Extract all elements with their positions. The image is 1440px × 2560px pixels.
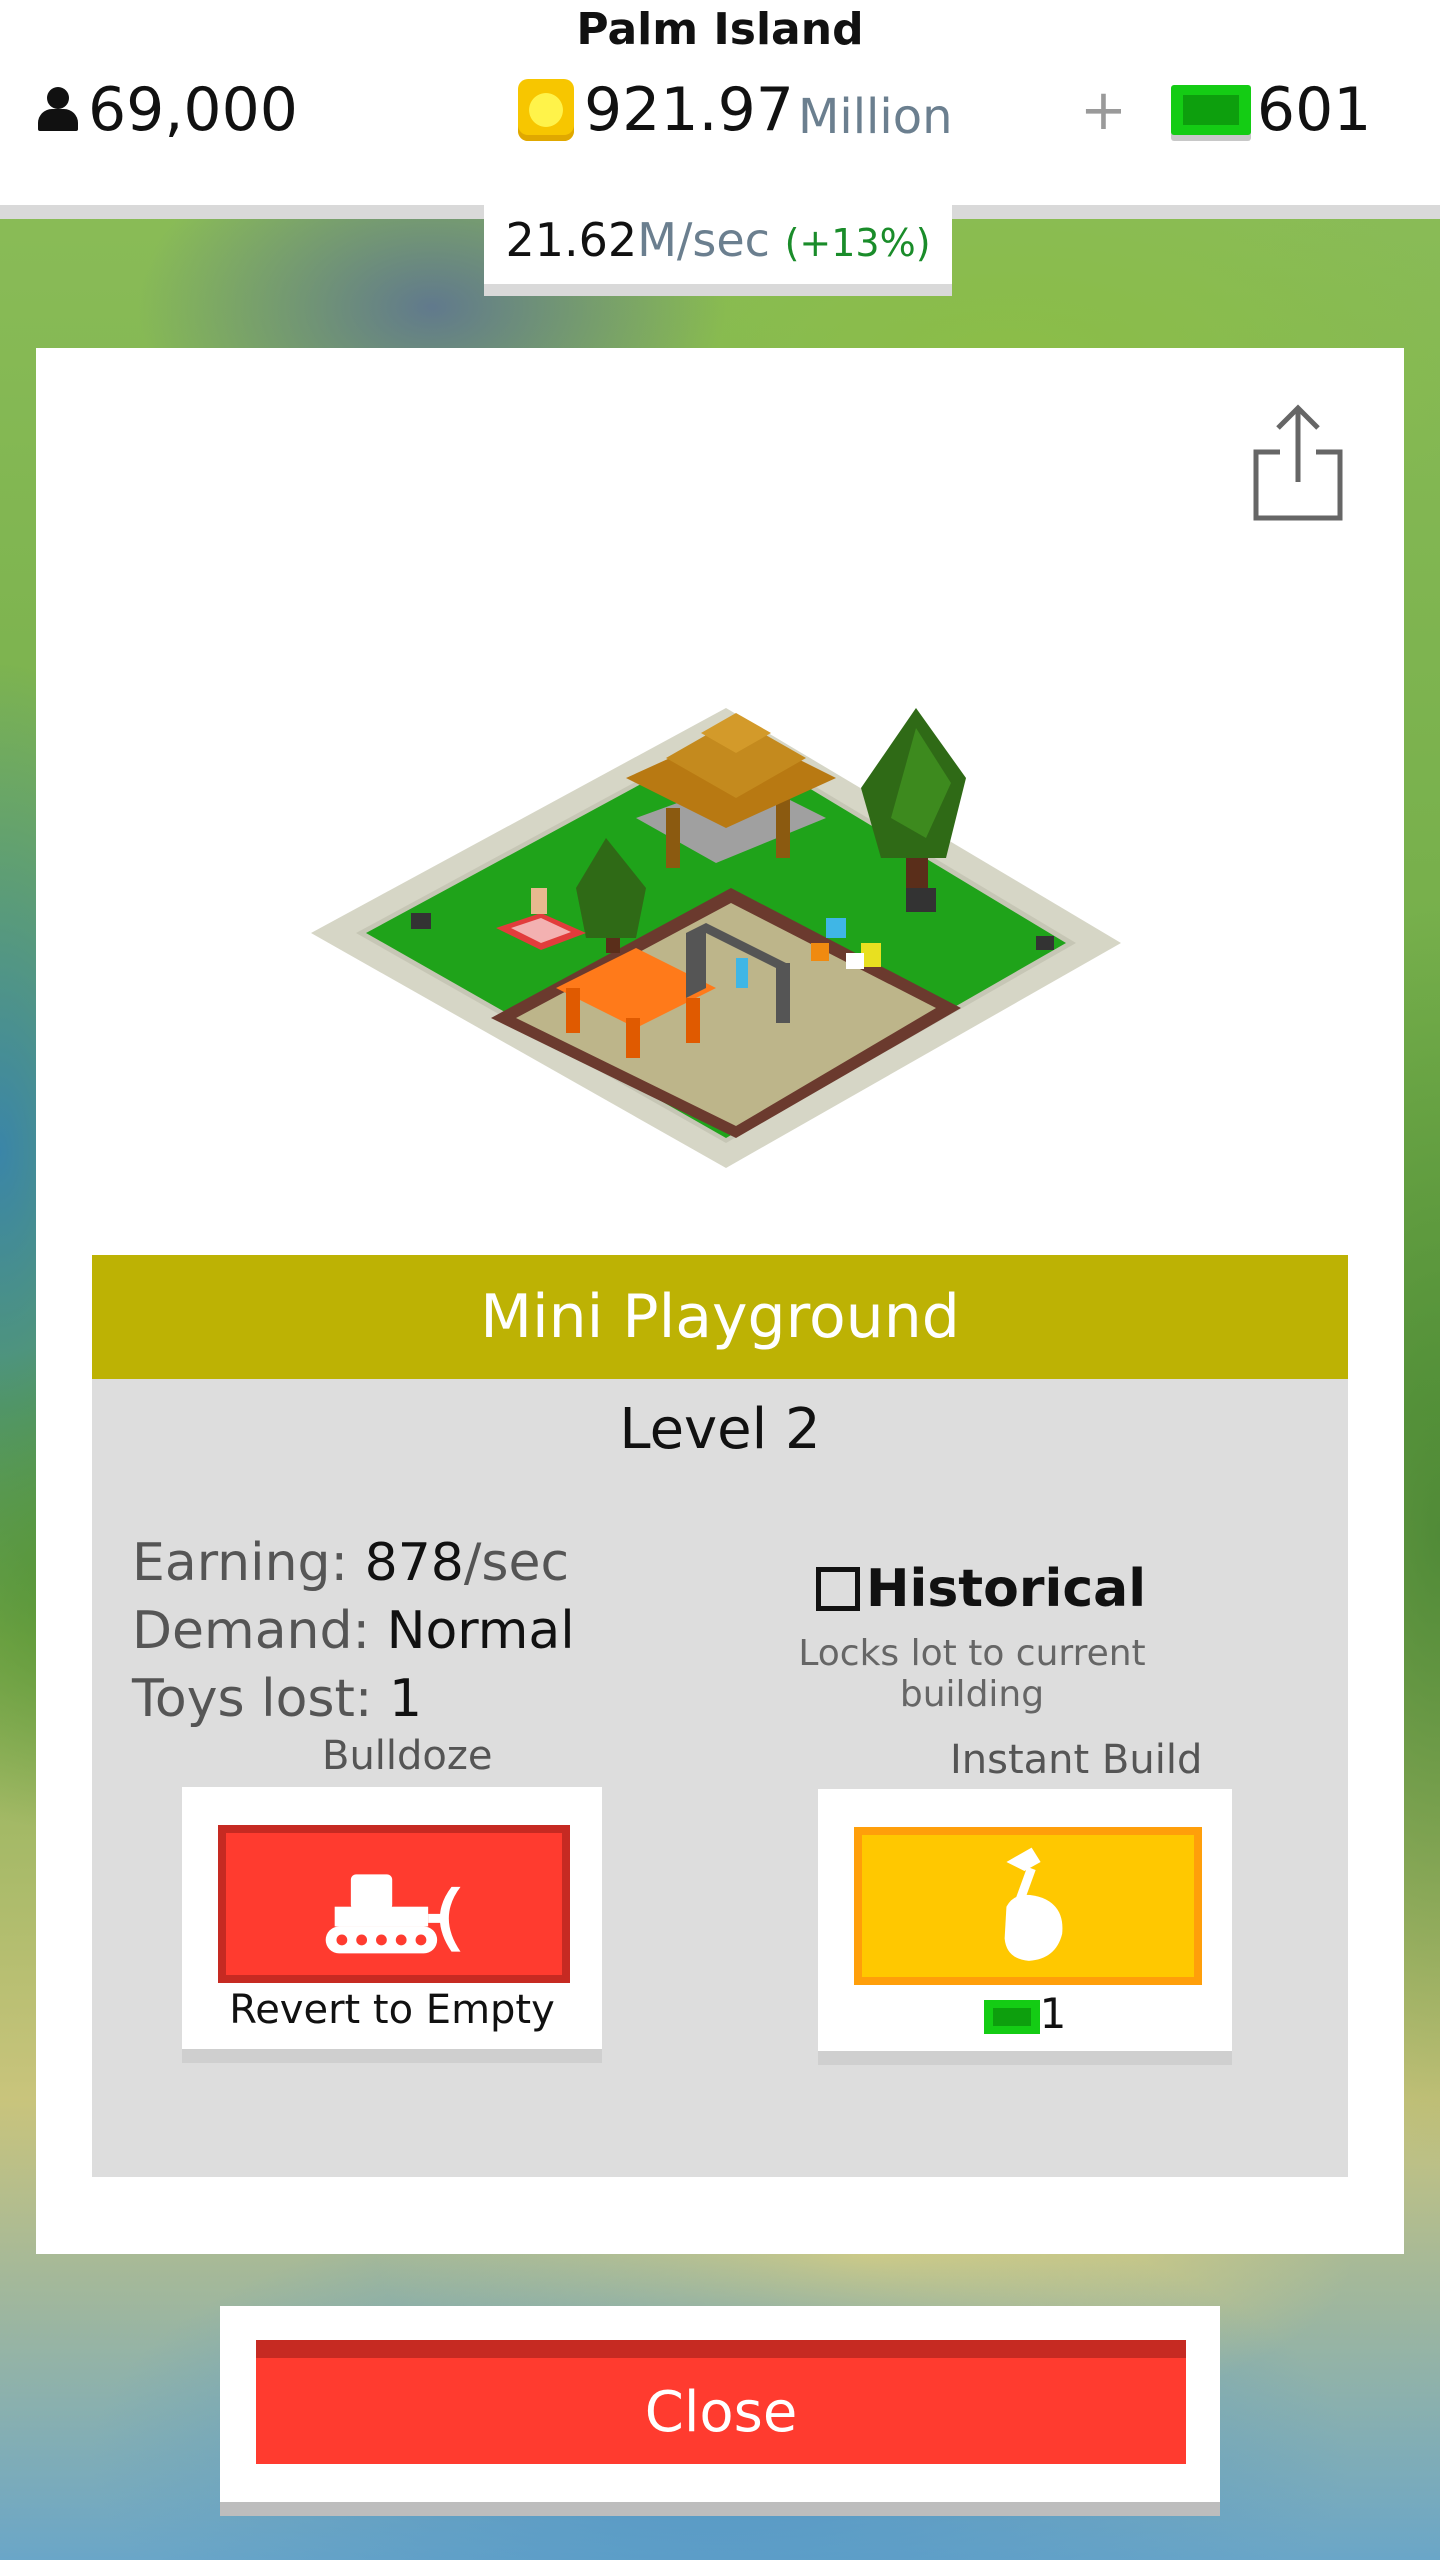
money-counter: 921.97 Million: [518, 70, 953, 150]
instant-build-label: Instant Build: [950, 1737, 1203, 1783]
checkbox-icon[interactable]: [816, 1567, 860, 1611]
bulldoze-button-text: Revert to Empty: [229, 1987, 555, 2033]
coin-icon: [518, 79, 574, 141]
gem-icon: [983, 1999, 1040, 2034]
building-panel: Mini Playground Level 2 Earning: 878/sec…: [36, 348, 1404, 2254]
instant-build-cost-value: 1: [1039, 1989, 1067, 2038]
gem-value: 601: [1256, 75, 1372, 145]
historical-toggle[interactable]: Historical: [816, 1559, 1146, 1619]
toys-lost-row: Toys lost: 1: [132, 1665, 575, 1733]
money-value: 921.97: [584, 75, 794, 145]
demand-label: Demand:: [132, 1601, 371, 1661]
bulldoze-label: Bulldoze: [322, 1733, 493, 1779]
earning-value: 878: [364, 1533, 464, 1593]
buy-gems-plus-icon[interactable]: +: [1080, 78, 1127, 143]
close-container: Close: [220, 2306, 1220, 2516]
building-stats: Earning: 878/sec Demand: Normal Toys los…: [132, 1529, 575, 1733]
playground-isometric-image: [311, 708, 1121, 1168]
instant-build-cost: 1: [818, 1989, 1232, 2038]
demand-value: Normal: [386, 1601, 575, 1661]
person-icon: [36, 87, 80, 133]
toys-lost-label: Toys lost:: [132, 1669, 373, 1729]
bulldoze-card: Revert to Empty: [182, 1787, 602, 2063]
top-hud: Palm Island 69,000 921.97 Million + 601: [0, 0, 1440, 219]
earning-row: Earning: 878/sec: [132, 1529, 575, 1597]
demand-row: Demand: Normal: [132, 1597, 575, 1665]
building-name: Mini Playground: [92, 1255, 1348, 1379]
close-button[interactable]: Close: [256, 2340, 1186, 2464]
building-info: Level 2 Earning: 878/sec Demand: Normal …: [92, 1379, 1348, 2177]
population-counter: 69,000: [36, 70, 298, 150]
historical-label: Historical: [866, 1559, 1147, 1619]
earning-label: Earning:: [132, 1533, 349, 1593]
rate-value: 21.62: [505, 213, 638, 267]
instant-build-card: 1: [818, 1789, 1232, 2065]
island-name: Palm Island: [576, 4, 864, 55]
share-icon[interactable]: [1250, 402, 1346, 522]
population-value: 69,000: [88, 75, 298, 145]
rate-unit: M/sec: [637, 213, 770, 267]
rate-bonus: (+13%): [784, 221, 931, 265]
gem-icon: [1170, 85, 1251, 135]
income-rate: 21.62M/sec (+13%): [484, 200, 952, 296]
bulldoze-button[interactable]: [218, 1825, 570, 1983]
building-level: Level 2: [619, 1397, 821, 1462]
historical-description: Locks lot to current building: [798, 1633, 1146, 1715]
hammer-hand-icon: [1004, 1847, 1063, 1961]
money-unit: Million: [797, 89, 953, 145]
bulldozer-icon: [325, 1874, 461, 1954]
gem-counter[interactable]: + 601: [1080, 70, 1371, 150]
instant-build-button[interactable]: [854, 1827, 1202, 1985]
earning-unit: /sec: [463, 1533, 570, 1593]
toys-lost-value: 1: [388, 1669, 423, 1729]
